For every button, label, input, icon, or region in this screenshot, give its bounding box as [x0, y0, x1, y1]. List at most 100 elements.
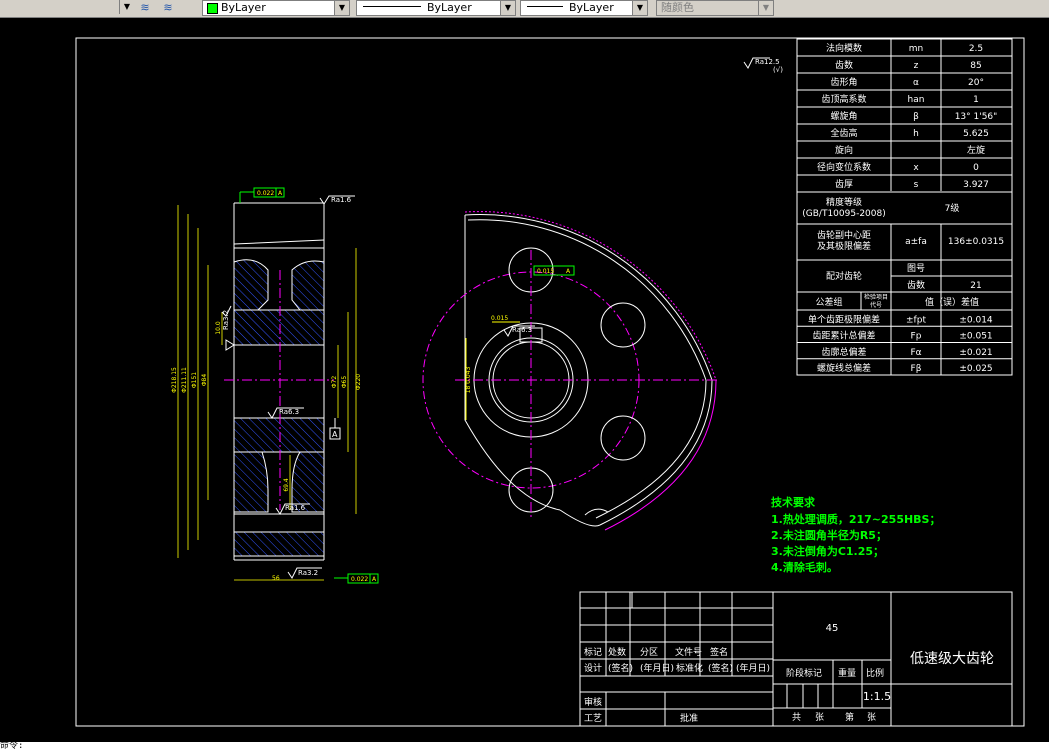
param-symbol: han [908, 95, 925, 105]
dim-label: 69.4 [283, 478, 290, 492]
tech-item: 1.热处理调质，217~255HBS； [771, 512, 940, 526]
dim-label: Φ218.15 [171, 367, 178, 393]
tb-row2-5: (年月日) [736, 662, 770, 674]
param-name: 法向模数 [826, 42, 862, 54]
precision-label: 精度等级 [826, 196, 862, 208]
param-value: 2.5 [969, 44, 983, 54]
tb-row4-1: 批准 [680, 712, 698, 724]
tb-row2-3: 标准化 [676, 662, 703, 674]
tech-title: 技术要求 [771, 495, 816, 509]
tolerance-value: 0.015 [537, 268, 554, 275]
roughness-label: Ra1.6 [331, 196, 352, 204]
dim-label: Φ211.11 [181, 367, 188, 393]
param-value: 1 [973, 95, 979, 105]
roughness-label: Ra6.3 [512, 326, 532, 334]
dim-label: Φ220 [355, 374, 362, 390]
tb-sheet-0: 共 [792, 712, 801, 723]
linetype-control[interactable]: ByLayer ▼ [356, 0, 516, 16]
tb-row2-1: (签名) [608, 662, 633, 674]
tolerance-value: 0.022 [351, 576, 368, 583]
param-value: 85 [970, 61, 981, 71]
chevron-down-icon[interactable]: ▼ [119, 0, 134, 14]
datum-marker: A [329, 418, 341, 440]
scale-value: 1:1.5 [863, 690, 891, 703]
dim-label: Φ84 [201, 374, 208, 387]
linetype-sample [363, 6, 421, 7]
tb-sheet-2: 第 [845, 711, 854, 723]
param-symbol: z [914, 61, 919, 71]
param-symbol: s [914, 180, 919, 190]
dim-label: Φ65 [341, 376, 348, 389]
command-line[interactable]: 命令: [0, 742, 1049, 751]
chevron-down-icon[interactable]: ▼ [334, 1, 349, 15]
tb-sheet-1: 张 [815, 712, 824, 723]
tol-header: 值（误）差值 [925, 296, 979, 308]
tol-header: 公差组 [815, 296, 842, 308]
color-swatch [207, 3, 218, 14]
roughness-label: Ra3.2 [298, 569, 318, 577]
param-name: 螺旋角 [830, 110, 857, 122]
tol-header: 代号 [870, 301, 882, 309]
chevron-down-icon[interactable]: ▼ [758, 1, 773, 15]
gear-section-view: Φ218.15 Φ211.11 Φ151 Φ84 Φ72 Φ65 Φ220 10… [171, 187, 379, 584]
tol-value: ±0.014 [959, 315, 993, 325]
mating-teeth-value: 21 [970, 281, 981, 291]
color-control[interactable]: ByLayer ▼ [202, 0, 350, 16]
color-value: ByLayer [221, 1, 266, 14]
roughness-label: Ra6.3 [279, 408, 299, 416]
param-name: 齿形角 [830, 76, 857, 88]
layer-dropdown[interactable]: ▼ [0, 0, 134, 16]
tech-item: 2.未注圆角半径为R5； [771, 528, 887, 542]
param-symbol: x [913, 163, 919, 173]
tb-row1-2: 分区 [640, 647, 658, 658]
tolerance-value: 0.022 [257, 190, 274, 197]
tb-row1-3: 文件号 [675, 646, 702, 658]
tol-header: 检验项目 [864, 293, 888, 301]
roughness-label: Ra3.2 [222, 310, 230, 330]
lineweight-value: ByLayer [569, 1, 614, 14]
tol-item: 单个齿距极限偏差 [808, 313, 880, 325]
param-name: 齿数 [835, 59, 853, 71]
part-name: 低速级大齿轮 [910, 651, 994, 667]
overall-roughness: Ra12.5 (√) [743, 57, 783, 74]
material-value: 45 [826, 623, 839, 634]
tb-row3-0: 审核 [584, 696, 602, 708]
tech-requirements: 技术要求 1.热处理调质，217~255HBS； 2.未注圆角半径为R5； 3.… [771, 495, 940, 574]
tb-row2-0: 设计 [584, 662, 602, 674]
tb-sheet-3: 张 [867, 712, 876, 723]
layer-previous-icon[interactable]: ≋ [160, 1, 176, 15]
gear-front-view: 18 0.043 0.015 0.015 A Ra6.3 [422, 211, 720, 531]
dim-label: Φ72 [331, 376, 338, 389]
command-prompt: 命令: [0, 741, 24, 751]
tol-item: 齿距累计总偏差 [812, 330, 875, 342]
tb-row4-0: 工艺 [584, 713, 602, 724]
tol-item: 螺旋线总偏差 [817, 362, 871, 374]
chevron-down-icon[interactable]: ▼ [632, 1, 647, 15]
tb-row2b-0: 阶段标记 [786, 667, 822, 679]
param-symbol: α [913, 78, 919, 88]
tol-value: ±0.025 [959, 364, 992, 374]
param-value: 20° [968, 78, 984, 88]
lineweight-control[interactable]: ByLayer ▼ [520, 0, 648, 16]
tolerance-frame-top: 0.022 A [239, 187, 285, 203]
param-symbol: h [913, 129, 919, 139]
plotstyle-control[interactable]: 随颜色 ▼ [656, 0, 774, 16]
param-value: 13° 1'56" [955, 112, 998, 122]
layer-state-icon[interactable]: ≋ [137, 1, 153, 15]
tb-row1-4: 签名 [710, 646, 728, 658]
roughness-label: Ra1.6 [285, 504, 306, 512]
tolerance-ref: A [278, 190, 283, 197]
datum-label: A [332, 430, 338, 439]
drawing-canvas[interactable]: 法向模数 mn 2.5 齿数 z 85 齿形角 α 20° 齿顶高系数 han 1 螺旋角 β 13° 1'… [0, 18, 1049, 742]
chevron-down-icon[interactable]: ▼ [500, 1, 515, 15]
linetype-value: ByLayer [427, 1, 472, 14]
param-symbol: mn [909, 44, 923, 54]
param-value: 左旋 [967, 144, 985, 156]
dim-label: 56 [272, 575, 280, 582]
tb-row2b-1: 重量 [838, 667, 856, 679]
tol-symbol: Fβ [911, 364, 922, 374]
tb-row2b-2: 比例 [866, 667, 884, 679]
tol-symbol: Fα [910, 348, 921, 358]
center-label: 齿轮副中心距 [817, 229, 871, 241]
tb-row1-1: 处数 [608, 646, 626, 658]
